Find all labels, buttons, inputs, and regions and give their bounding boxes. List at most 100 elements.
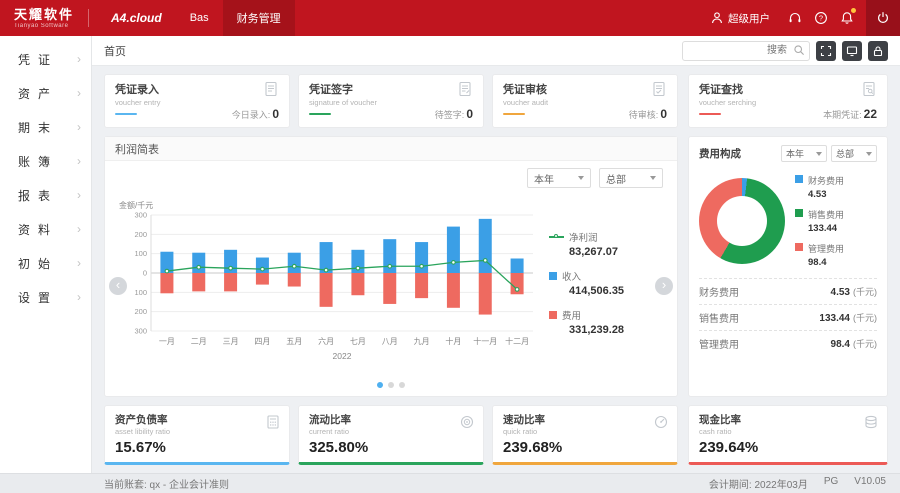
- sidebar-item-settings[interactable]: 设置 ›: [0, 280, 91, 314]
- kpi-card-quick-ratio[interactable]: 速动比率 quick ratio 239.68%: [492, 405, 678, 465]
- chevron-down-icon: [816, 152, 822, 156]
- fullscreen-icon: [820, 45, 832, 57]
- legend-value: 331,239.28: [569, 324, 671, 336]
- app-logo[interactable]: 天耀软件 Tianyao Software: [0, 8, 88, 29]
- sidebar-item-label: 报表: [18, 187, 77, 204]
- svg-text:200: 200: [134, 230, 147, 239]
- svg-text:七月: 七月: [350, 337, 366, 346]
- svg-text:0: 0: [143, 269, 147, 278]
- expense-donut-chart[interactable]: [699, 178, 785, 264]
- chart-next-button[interactable]: ›: [655, 277, 673, 295]
- kpi-title: 凭证签字: [309, 81, 377, 97]
- svg-text:三月: 三月: [223, 337, 239, 346]
- kpi-subtitle: cash ratio: [699, 427, 877, 436]
- kpi-title: 现金比率: [699, 412, 877, 427]
- kpi-card-voucher-search[interactable]: 凭证查找 voucher serching 本期凭证:22: [688, 74, 888, 128]
- chevron-right-icon: ›: [77, 52, 81, 66]
- lock-screen-button[interactable]: [868, 41, 888, 61]
- kpi-subtitle: current ratio: [309, 427, 473, 436]
- legend-item-sales-expense[interactable]: 销售费用 133.44: [795, 208, 844, 234]
- expense-row-finance[interactable]: 财务费用 4.53(千元): [699, 278, 877, 304]
- help-button[interactable]: ?: [808, 0, 834, 36]
- nav-item-finance[interactable]: 财务管理: [223, 0, 295, 36]
- sidebar-item-data[interactable]: 资料 ›: [0, 212, 91, 246]
- line-marker-icon: [549, 236, 564, 238]
- chevron-right-icon: ›: [77, 120, 81, 134]
- kpi-subtitle: signature of voucher: [309, 98, 377, 107]
- nav-item-bas[interactable]: Bas: [176, 0, 223, 36]
- expense-year-filter-select[interactable]: 本年: [781, 145, 827, 162]
- kpi-title: 凭证录入: [115, 81, 160, 97]
- accounting-period: 会计期间: 2022年03月: [709, 476, 808, 491]
- donut-hole: [717, 196, 767, 246]
- kpi-title: 速动比率: [503, 412, 667, 427]
- kpi-card-voucher-audit[interactable]: 凭证审核 voucher audit 待审核:0: [492, 74, 678, 128]
- sidebar-item-reports[interactable]: 报表 ›: [0, 178, 91, 212]
- version-label: V10.05: [854, 476, 886, 491]
- nav-item-a4cloud[interactable]: A4.cloud: [97, 0, 176, 36]
- svg-text:十二月: 十二月: [505, 336, 529, 346]
- chevron-down-icon: [650, 176, 656, 180]
- carousel-dot[interactable]: [388, 382, 394, 388]
- kpi-card-asset-liability-ratio[interactable]: 资产负债率 asset libility ratio 15.67%: [104, 405, 290, 465]
- status-bar-right: 会计期间: 2022年03月 PG V10.05: [709, 476, 886, 491]
- kpi-stat: 今日录入:0: [232, 107, 279, 121]
- sidebar: 凭证 › 资产 › 期末 › 账簿 › 报表 › 资料 › 初始 › 设置 ›: [0, 36, 92, 473]
- kpi-title: 凭证审核: [503, 81, 548, 97]
- document-search-icon: [861, 81, 877, 97]
- user-menu[interactable]: 超级用户: [710, 11, 770, 26]
- carousel-dot-active[interactable]: [377, 382, 383, 388]
- kpi-subtitle: voucher serching: [699, 98, 756, 107]
- carousel-dot[interactable]: [399, 382, 405, 388]
- lock-icon: [872, 45, 884, 57]
- svg-text:六月: 六月: [318, 336, 334, 346]
- chevron-right-icon: ›: [77, 222, 81, 236]
- kpi-card-voucher-signature[interactable]: 凭证签字 signature of voucher 待签字:0: [298, 74, 484, 128]
- kpi-card-current-ratio[interactable]: 流动比率 current ratio 325.80%: [298, 405, 484, 465]
- sidebar-item-period-end[interactable]: 期末 ›: [0, 110, 91, 144]
- profit-card-header: 利润简表: [105, 137, 677, 161]
- kpi-value: 239.68%: [503, 439, 667, 456]
- legend-item-income[interactable]: 收入 414,506.35: [549, 269, 671, 297]
- legend-item-finance-expense[interactable]: 财务费用 4.53: [795, 174, 844, 200]
- sidebar-item-label: 资料: [18, 221, 77, 238]
- legend-item-admin-expense[interactable]: 管理费用 98.4: [795, 242, 844, 268]
- expense-row-sales[interactable]: 销售费用 133.44(千元): [699, 304, 877, 330]
- logout-button[interactable]: [866, 0, 900, 36]
- expense-department-filter-select[interactable]: 总部: [831, 145, 877, 162]
- search-icon: [793, 44, 805, 56]
- logo-subtitle: Tianyao Software: [14, 23, 74, 29]
- chart-prev-button[interactable]: ‹: [109, 277, 127, 295]
- help-icon: ?: [814, 11, 828, 25]
- square-marker-icon: [795, 175, 803, 183]
- kpi-card-voucher-entry[interactable]: 凭证录入 voucher entry 今日录入:0: [104, 74, 290, 128]
- breadcrumb-home-tab[interactable]: 首页: [104, 43, 126, 59]
- notification-button[interactable]: [834, 0, 860, 36]
- fullscreen-button[interactable]: [816, 41, 836, 61]
- profit-summary-card: 利润简表 本年 总部 金额/千元3002001000100200300一月二月三…: [104, 136, 678, 397]
- target-icon: [459, 414, 475, 430]
- svg-text:二月: 二月: [191, 337, 207, 346]
- department-filter-select[interactable]: 总部: [599, 168, 663, 188]
- year-filter-select[interactable]: 本年: [527, 168, 591, 188]
- pg-label: PG: [824, 476, 838, 491]
- screen-view-button[interactable]: [842, 41, 862, 61]
- monitor-icon: [846, 45, 858, 57]
- svg-text:八月: 八月: [382, 337, 398, 346]
- legend-item-net-profit[interactable]: 净利润 83,267.07: [549, 230, 671, 258]
- expense-row-admin[interactable]: 管理费用 98.4(千元): [699, 330, 877, 356]
- service-button[interactable]: [782, 0, 808, 36]
- sidebar-item-label: 账簿: [18, 153, 77, 170]
- kpi-stat: 待签字:0: [435, 107, 473, 121]
- sidebar-item-assets[interactable]: 资产 ›: [0, 76, 91, 110]
- profit-chart-svg: 金额/千元3002001000100200300一月二月三月四月五月六月七月八月…: [117, 199, 541, 367]
- sidebar-item-voucher[interactable]: 凭证 ›: [0, 42, 91, 76]
- sidebar-item-initial[interactable]: 初始 ›: [0, 246, 91, 280]
- coins-icon: [863, 414, 879, 430]
- kpi-value: 0: [272, 107, 279, 121]
- search-input[interactable]: [682, 41, 810, 61]
- legend-item-expense[interactable]: 费用 331,239.28: [549, 308, 671, 336]
- main-toolbar: 首页: [92, 36, 900, 66]
- kpi-card-cash-ratio[interactable]: 现金比率 cash ratio 239.64%: [688, 405, 888, 465]
- sidebar-item-books[interactable]: 账簿 ›: [0, 144, 91, 178]
